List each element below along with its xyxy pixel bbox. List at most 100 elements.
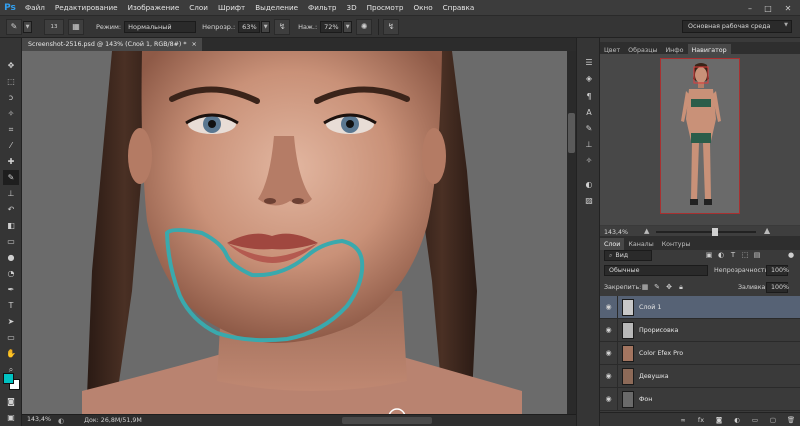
menu-file[interactable]: Файл: [20, 3, 50, 12]
layer-row[interactable]: ◉ Девушка: [600, 364, 800, 388]
close-tab-icon[interactable]: ×: [192, 41, 197, 48]
3d-panel-icon[interactable]: ◈: [581, 72, 597, 85]
quick-mask-icon[interactable]: ◙: [3, 394, 19, 409]
move-icon[interactable]: ✥: [3, 58, 19, 73]
type-icon[interactable]: T: [3, 298, 19, 313]
visibility-eye-icon[interactable]: ◉: [600, 295, 618, 319]
tool-presets-icon[interactable]: ✧: [581, 154, 597, 167]
brush-preset-dropdown[interactable]: ▼: [23, 20, 32, 33]
lock-position-icon[interactable]: ✥: [664, 282, 674, 292]
status-info-icon[interactable]: ◐: [58, 417, 64, 425]
layer-row[interactable]: ◉ Слой 1: [600, 295, 800, 319]
navigator-zoom-value[interactable]: 143,4%: [600, 229, 636, 236]
lock-pixels-icon[interactable]: ✎: [652, 282, 662, 292]
airbrush-icon[interactable]: ✺: [356, 18, 373, 35]
menu-window[interactable]: Окно: [409, 3, 438, 12]
layer-row[interactable]: ◉ Фон: [600, 387, 800, 411]
rectangle-icon[interactable]: ▭: [3, 330, 19, 345]
tab-layers[interactable]: Слои: [600, 238, 625, 250]
menu-type[interactable]: Шрифт: [213, 3, 250, 12]
paragraph-panel-icon[interactable]: ¶: [581, 90, 597, 103]
gradient-icon[interactable]: ▭: [3, 234, 19, 249]
visibility-eye-icon[interactable]: ◉: [600, 387, 618, 411]
delete-layer-icon[interactable]: 🗑︎: [786, 415, 796, 425]
lock-transparency-icon[interactable]: ▦: [640, 282, 650, 292]
foreground-color-swatch[interactable]: [3, 373, 14, 384]
brush-size-picker[interactable]: 13: [44, 18, 64, 35]
new-layer-icon[interactable]: ▢: [768, 415, 778, 425]
clone-source-icon[interactable]: ⊥: [581, 138, 597, 151]
menu-view[interactable]: Просмотр: [362, 3, 409, 12]
pressure-opacity-icon[interactable]: ↯: [274, 18, 291, 35]
marquee-icon[interactable]: ⬚: [3, 74, 19, 89]
visibility-eye-icon[interactable]: ◉: [600, 364, 618, 388]
mode-select[interactable]: Нормальный: [124, 20, 197, 33]
flow-field[interactable]: 72%: [320, 20, 343, 33]
screen-mode-icon[interactable]: ▣: [3, 410, 19, 425]
menu-3d[interactable]: 3D: [342, 3, 362, 12]
document-canvas[interactable]: [22, 51, 567, 414]
new-adjustment-icon[interactable]: ◐: [732, 415, 742, 425]
menu-image[interactable]: Изображение: [123, 3, 185, 12]
layer-filter-select[interactable]: ⌕ Вид: [604, 250, 652, 261]
tab-channels[interactable]: Каналы: [624, 238, 657, 250]
eraser-icon[interactable]: ◧: [3, 218, 19, 233]
layer-row[interactable]: ◉ Color Efex Pro: [600, 341, 800, 365]
visibility-eye-icon[interactable]: ◉: [600, 318, 618, 342]
menu-help[interactable]: Справка: [438, 3, 480, 12]
navigator-zoom-slider[interactable]: [656, 231, 756, 233]
horizontal-scrollbar-thumb[interactable]: [342, 417, 432, 424]
healing-brush-icon[interactable]: ✚: [3, 154, 19, 169]
history-panel-icon[interactable]: ☰: [581, 56, 597, 69]
navigator-zoom-knob[interactable]: [712, 228, 718, 236]
layer-style-icon[interactable]: fx: [696, 415, 706, 425]
fill-field[interactable]: 100%: [766, 282, 789, 293]
filter-smart-object-icon[interactable]: ▤: [752, 250, 762, 260]
dodge-icon[interactable]: ◔: [3, 266, 19, 281]
vertical-scrollbar[interactable]: [567, 51, 576, 414]
filter-toggle-icon[interactable]: ●: [786, 250, 796, 260]
flow-dropdown[interactable]: ▼: [343, 20, 353, 33]
navigator-thumbnail[interactable]: [660, 58, 740, 214]
crop-icon[interactable]: ⌗: [3, 122, 19, 137]
opacity-dropdown[interactable]: ▼: [261, 20, 271, 33]
layer-row[interactable]: ◉ Прорисовка: [600, 318, 800, 342]
menu-select[interactable]: Выделение: [250, 3, 303, 12]
blur-icon[interactable]: ●: [3, 250, 19, 265]
zoom-level[interactable]: 143,4%: [22, 416, 52, 426]
zoom-out-icon[interactable]: ▲: [644, 227, 649, 235]
clone-stamp-icon[interactable]: ⊥: [3, 186, 19, 201]
character-panel-icon[interactable]: A: [581, 106, 597, 119]
menu-layers[interactable]: Слои: [184, 3, 213, 12]
lasso-icon[interactable]: ↄ: [3, 90, 19, 105]
quick-selection-icon[interactable]: ✧: [3, 106, 19, 121]
filter-type-icon[interactable]: T: [728, 250, 738, 260]
workspace-select[interactable]: Основная рабочая среда ▼: [682, 20, 792, 33]
filter-adjustment-icon[interactable]: ◐: [716, 250, 726, 260]
adjustments-icon[interactable]: ◐: [581, 178, 597, 191]
hand-icon[interactable]: ✋: [3, 346, 19, 361]
new-group-icon[interactable]: ▭: [750, 415, 760, 425]
eyedropper-icon[interactable]: ⁄: [3, 138, 19, 153]
blend-mode-select[interactable]: Обычные: [604, 265, 708, 276]
path-selection-icon[interactable]: ➤: [3, 314, 19, 329]
filter-pixel-icon[interactable]: ▣: [704, 250, 714, 260]
history-brush-icon[interactable]: ↶: [3, 202, 19, 217]
styles-icon[interactable]: ▨: [581, 194, 597, 207]
maximize-button[interactable]: □: [762, 2, 774, 14]
brush-panel-icon[interactable]: ✎: [581, 122, 597, 135]
menu-filter[interactable]: Фильтр: [303, 3, 341, 12]
menu-edit[interactable]: Редактирование: [50, 3, 123, 12]
document-tab[interactable]: Screenshot-2516.psd @ 143% (Слой 1, RGB/…: [22, 38, 202, 51]
add-mask-icon[interactable]: ◙: [714, 415, 724, 425]
link-layers-icon[interactable]: ∞: [678, 415, 688, 425]
brush-panel-toggle-icon[interactable]: ▦: [68, 18, 84, 35]
filter-shape-icon[interactable]: ⬚: [740, 250, 750, 260]
opacity-field[interactable]: 63%: [238, 20, 261, 33]
layer-opacity-field[interactable]: 100%: [766, 265, 789, 276]
minimize-button[interactable]: –: [744, 2, 756, 14]
lock-all-icon[interactable]: 🔒︎: [676, 282, 686, 292]
pen-icon[interactable]: ✒: [3, 282, 19, 297]
vertical-scroll-thumb[interactable]: [568, 113, 575, 153]
tab-paths[interactable]: Контуры: [658, 238, 695, 250]
